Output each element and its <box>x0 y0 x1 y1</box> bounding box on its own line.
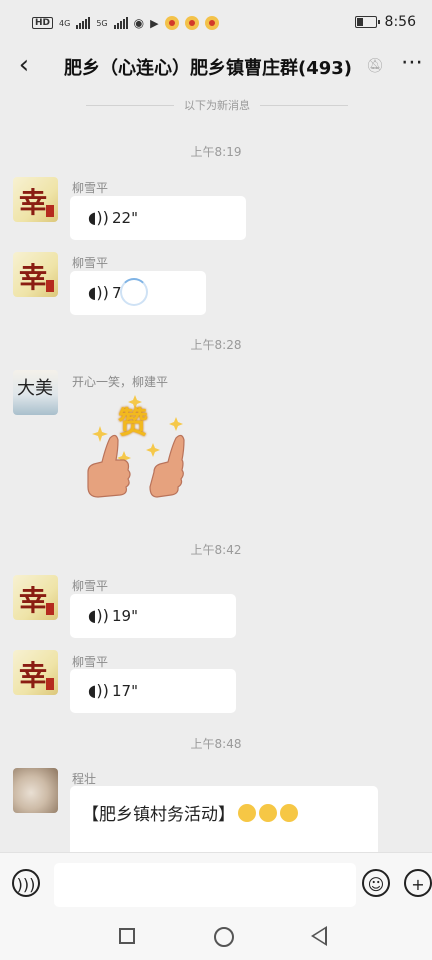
new-messages-label: 以下为新消息 <box>184 99 250 112</box>
avatar[interactable]: 幸 <box>13 177 58 222</box>
voice-duration: 17" <box>112 682 138 700</box>
plus-icon[interactable]: + <box>404 869 432 897</box>
status-icons-left: HD 4G 5G ◉ ▶ <box>32 16 219 30</box>
sim2-label: 5G <box>96 18 108 28</box>
timestamp: 上午8:48 <box>190 737 242 751</box>
wifi-icon: ◉ <box>133 16 145 30</box>
voice-duration: 22" <box>112 209 138 227</box>
sender-name: 开心一笑，柳建平 <box>72 375 169 389</box>
home-circle-icon[interactable] <box>214 927 234 947</box>
new-messages-divider: 以下为新消息 <box>86 98 348 112</box>
sender-name: 柳雪平 <box>72 256 109 270</box>
timestamp: 上午8:28 <box>190 338 242 352</box>
sender-name: 程壮 <box>72 772 97 786</box>
seal-mark <box>46 280 54 292</box>
signal-icon-2 <box>113 17 128 29</box>
sender-name: 柳雪平 <box>72 579 109 593</box>
divider-line <box>86 104 174 106</box>
message-text-line: 【肥乡镇村务活动】 <box>82 800 298 825</box>
status-icons-right: 8:56 <box>354 14 416 30</box>
thumbs-up-sticker[interactable]: 赞 <box>78 392 188 522</box>
voice-input-icon[interactable]: ))) <box>12 869 40 897</box>
emoji-icon[interactable]: ☺ <box>362 869 390 897</box>
more-dots-icon[interactable]: ⋯ <box>398 50 426 80</box>
divider-line <box>260 104 348 106</box>
emoji-icon <box>238 804 256 822</box>
app-notification-icon <box>204 16 219 30</box>
recent-apps-square-icon[interactable] <box>119 928 135 944</box>
avatar-glyph: 幸 <box>19 659 48 692</box>
app-notification-icon <box>164 16 179 30</box>
seal-mark <box>46 678 54 690</box>
avatar-glyph: 幸 <box>19 186 48 219</box>
voice-message[interactable]: ◖)) 17" <box>70 669 236 713</box>
voice-wave-icon: ◖)) <box>88 283 109 302</box>
hd-label: HD <box>32 17 54 29</box>
back-chevron-icon[interactable]: ‹ <box>10 50 38 82</box>
avatar-glyph: 幸 <box>19 584 48 617</box>
loading-spinner-icon <box>120 278 148 306</box>
voice-message[interactable]: ◖)) 7 <box>70 271 206 315</box>
avatar[interactable]: 幸 <box>13 575 58 620</box>
voice-message[interactable]: ◖)) 22" <box>70 196 246 240</box>
emoji-icon <box>259 804 277 822</box>
app-notification-icon <box>184 16 199 30</box>
back-triangle-icon[interactable] <box>311 926 327 946</box>
timestamp: 上午8:19 <box>190 145 242 159</box>
chat-title: 肥乡（心连心）肥乡镇曹庄群(493) <box>64 58 353 79</box>
chat-header: ‹ 肥乡（心连心）肥乡镇曹庄群(493) 🔕︎ ⋯ <box>0 44 432 88</box>
voice-message[interactable]: ◖)) 19" <box>70 594 236 638</box>
avatar-glyph: 幸 <box>19 261 48 294</box>
input-bar: ))) ☺ + <box>0 852 432 915</box>
voice-wave-icon: ◖)) <box>88 208 109 227</box>
message-text: 【肥乡镇村务活动】 <box>82 805 235 825</box>
avatar-glyph: 大美 <box>17 378 53 399</box>
clock: 8:56 <box>384 14 416 30</box>
video-icon: ▶ <box>150 16 159 30</box>
voice-wave-icon: ◖)) <box>88 606 109 625</box>
avatar[interactable]: 大美 <box>13 370 58 415</box>
timestamp: 上午8:42 <box>190 543 242 557</box>
avatar[interactable]: 幸 <box>13 650 58 695</box>
seal-mark <box>46 205 54 217</box>
avatar[interactable] <box>13 768 58 813</box>
battery-icon <box>354 16 380 28</box>
sender-name: 柳雪平 <box>72 655 109 669</box>
bell-off-icon: 🔕︎ <box>366 58 384 74</box>
seal-mark <box>46 603 54 615</box>
sticker-text: 赞 <box>118 406 148 441</box>
message-input[interactable] <box>54 863 356 907</box>
sim1-label: 4G <box>59 18 71 28</box>
emoji-icon <box>280 804 298 822</box>
signal-icon <box>76 17 91 29</box>
voice-duration: 19" <box>112 607 138 625</box>
avatar[interactable]: 幸 <box>13 252 58 297</box>
system-nav-bar <box>0 914 432 960</box>
sender-name: 柳雪平 <box>72 181 109 195</box>
voice-wave-icon: ◖)) <box>88 681 109 700</box>
